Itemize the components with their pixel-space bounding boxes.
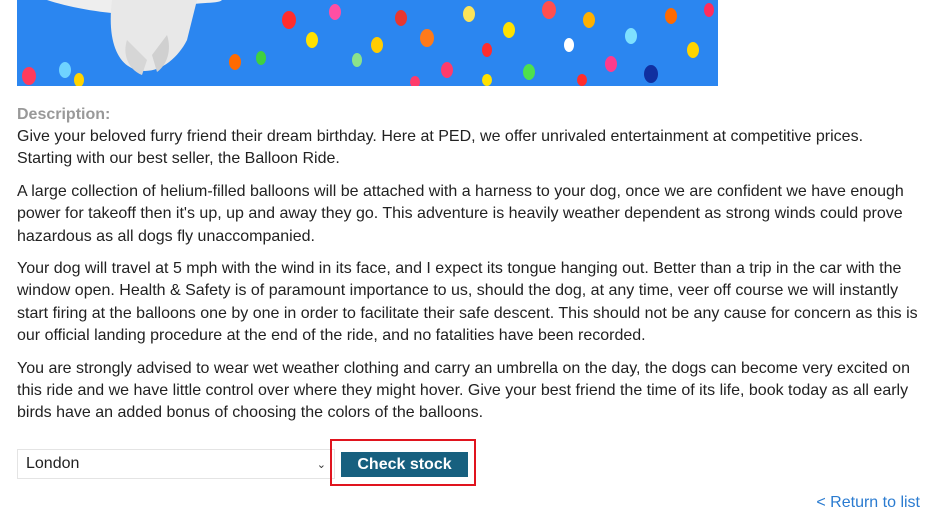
store-select[interactable]: London ⌄	[17, 449, 335, 479]
description-paragraph: A large collection of helium-filled ball…	[17, 182, 904, 245]
return-to-list-link[interactable]: < Return to list	[816, 494, 920, 512]
description-paragraph: Your dog will travel at 5 mph with the w…	[17, 260, 918, 345]
description-paragraph: Give your beloved furry friend their dre…	[17, 128, 864, 168]
balloons-image	[17, 0, 718, 86]
check-stock-button[interactable]: Check stock	[341, 452, 468, 477]
product-image	[17, 0, 718, 86]
description-label: Description:	[17, 106, 111, 123]
chevron-down-icon: ⌄	[316, 458, 326, 471]
product-description: Give your beloved furry friend their dre…	[17, 126, 922, 435]
product-page: Description: Give your beloved furry fri…	[0, 0, 935, 524]
description-paragraph: You are strongly advised to wear wet wea…	[17, 359, 910, 422]
store-select-value: London	[26, 455, 80, 472]
